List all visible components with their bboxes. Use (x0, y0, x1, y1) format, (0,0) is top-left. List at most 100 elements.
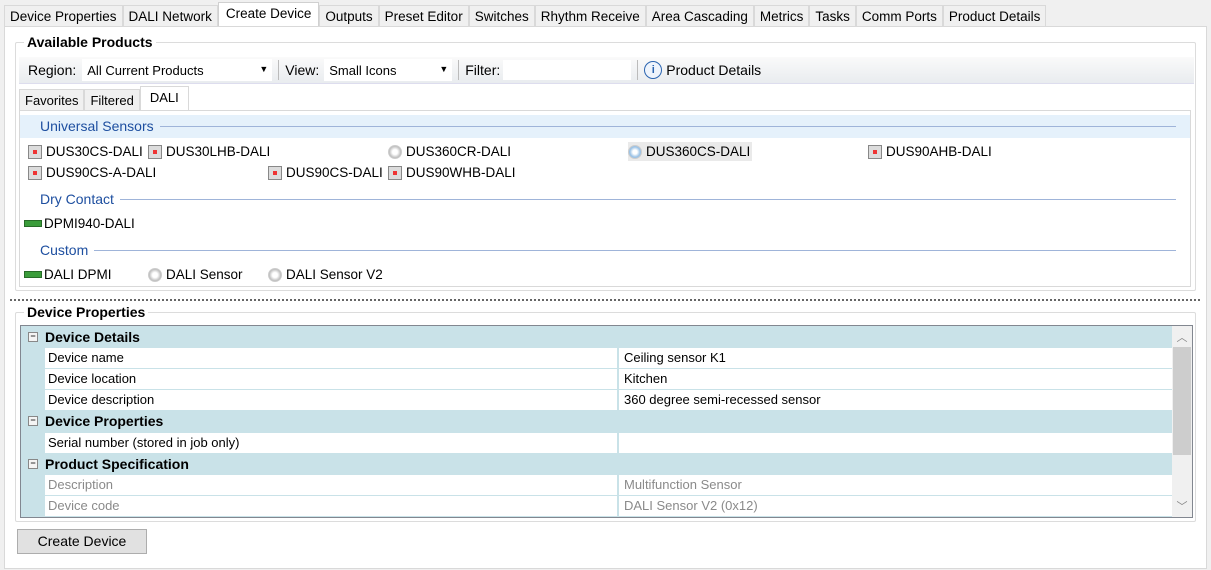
main-tabs: Device Properties DALI Network Create Devi… (4, 2, 1047, 27)
products-toolbar: Region: All Current Products ▼ View: Smal… (19, 57, 1194, 84)
property-value[interactable]: Ceiling sensor K1 (619, 347, 1172, 368)
property-name: Device name (45, 347, 618, 368)
wall-sensor-icon (388, 165, 402, 180)
filter-label: Filter: (465, 62, 501, 78)
tab-metrics[interactable]: Metrics (753, 5, 810, 27)
product-tabs: Favorites Filtered DALI (19, 86, 189, 111)
product-label: DALI Sensor (166, 267, 243, 282)
vertical-scrollbar[interactable]: ︿ ﹀ (1172, 326, 1192, 517)
product-label: DUS90AHB-DALI (886, 144, 992, 159)
property-value[interactable] (619, 432, 1172, 453)
collapse-toggle[interactable]: − (21, 411, 45, 432)
scrollbar-thumb[interactable] (1173, 347, 1191, 455)
splitter[interactable] (10, 299, 1200, 301)
view-value: Small Icons (329, 62, 397, 78)
divider (94, 249, 1176, 251)
category-label: Dry Contact (40, 191, 114, 207)
separator (637, 60, 639, 80)
category-row: − Device Properties (21, 411, 1172, 432)
category-label: Device Properties (45, 413, 164, 430)
tab-favorites[interactable]: Favorites (19, 89, 85, 111)
tab-device-properties[interactable]: Device Properties (4, 5, 123, 27)
tab-dali[interactable]: DALI (139, 86, 189, 111)
category-label: Universal Sensors (40, 118, 154, 134)
filter-input[interactable] (503, 60, 632, 80)
chevron-down-icon: ▼ (439, 64, 449, 74)
property-name: Device code (45, 496, 618, 517)
product-label: DUS360CR-DALI (406, 144, 512, 159)
category-label: Product Specification (45, 455, 189, 472)
region-dropdown[interactable]: All Current Products ▼ (82, 59, 273, 81)
property-row[interactable]: Device location Kitchen (21, 368, 1172, 389)
tab-preset-editor[interactable]: Preset Editor (378, 5, 469, 27)
ceiling-sensor-icon (268, 267, 282, 282)
property-row[interactable]: Serial number (stored in job only) (21, 432, 1172, 453)
collapse-icon[interactable]: − (28, 331, 38, 342)
view-dropdown[interactable]: Small Icons ▼ (324, 59, 453, 81)
scroll-up-icon[interactable]: ︿ (1172, 329, 1192, 345)
property-row[interactable]: Description Multifunction Sensor (21, 474, 1172, 495)
product-label: DUS30LHB-DALI (166, 144, 271, 159)
product-details-button[interactable]: i Product Details (644, 61, 761, 79)
ceiling-sensor-icon (628, 144, 642, 159)
tab-create-device[interactable]: Create Device (217, 2, 320, 27)
product-item[interactable]: DUS90CS-DALI (268, 163, 385, 182)
property-name: Device location (45, 368, 618, 389)
wall-sensor-icon (268, 165, 282, 180)
property-value[interactable]: Kitchen (619, 368, 1172, 389)
category-header: Custom (40, 240, 1176, 260)
property-grid: Device code DALI Sensor V2 (0x12) Descript… (20, 325, 1193, 518)
property-row[interactable]: Device description 360 degree semi-recess… (21, 390, 1172, 411)
product-item[interactable]: DALI DPMI (24, 265, 114, 284)
tab-filtered[interactable]: Filtered (84, 89, 140, 111)
tab-switches[interactable]: Switches (468, 5, 535, 27)
category-label: Custom (40, 242, 89, 258)
separator (278, 60, 280, 80)
create-device-button[interactable]: Create Device (17, 529, 147, 554)
ceiling-sensor-icon (388, 144, 402, 159)
product-item[interactable]: DUS30CS-DALI (28, 142, 145, 161)
category-row: − Product Specification (21, 453, 1172, 474)
product-list: Universal Sensors DUS30CS-DALI DUS30LHB-DA… (19, 110, 1191, 287)
divider (159, 125, 1176, 127)
product-item[interactable]: DPMI940-DALI (24, 214, 137, 233)
tab-rhythm-receive[interactable]: Rhythm Receive (534, 5, 646, 27)
product-label: DALI DPMI (44, 267, 112, 282)
product-item[interactable]: DUS360CR-DALI (388, 142, 513, 161)
product-item[interactable]: DALI Sensor (148, 265, 245, 284)
collapse-icon[interactable]: − (28, 416, 38, 427)
divider (119, 198, 1176, 200)
product-item[interactable]: DUS90CS-A-DALI (28, 163, 158, 182)
property-value: Multifunction Sensor (619, 474, 1172, 495)
product-item[interactable]: DUS360CS-DALI (628, 142, 753, 161)
category-header: Universal Sensors (40, 116, 1176, 136)
product-item[interactable]: DUS30LHB-DALI (148, 142, 272, 161)
product-label: DUS90CS-DALI (286, 165, 383, 180)
collapse-toggle[interactable]: − (21, 326, 45, 347)
tab-dali-network[interactable]: DALI Network (122, 5, 218, 27)
property-value[interactable]: 360 degree semi-recessed sensor (619, 390, 1172, 411)
product-label: DUS90CS-A-DALI (46, 165, 157, 180)
scroll-down-icon[interactable]: ﹀ (1172, 498, 1192, 514)
tab-outputs[interactable]: Outputs (319, 5, 379, 27)
wall-sensor-icon (868, 144, 882, 159)
tab-comm-ports[interactable]: Comm Ports (855, 5, 943, 27)
tab-product-details[interactable]: Product Details (942, 5, 1047, 27)
product-item[interactable]: DUS90AHB-DALI (868, 142, 994, 161)
product-label: DUS30CS-DALI (46, 144, 143, 159)
property-name: Device description (45, 390, 618, 411)
collapse-toggle[interactable]: − (21, 453, 45, 474)
tab-tasks[interactable]: Tasks (809, 5, 856, 27)
collapse-icon[interactable]: − (28, 458, 38, 469)
product-item[interactable]: DALI Sensor V2 (268, 265, 385, 284)
ceiling-sensor-icon (148, 267, 162, 282)
product-label: DPMI940-DALI (44, 216, 135, 231)
product-label: DUS360CS-DALI (646, 144, 751, 159)
dry-contact-icon (24, 271, 42, 278)
region-value: All Current Products (87, 62, 204, 78)
property-row[interactable]: Device code DALI Sensor V2 (0x12) (21, 496, 1172, 517)
category-header: Dry Contact (40, 189, 1176, 209)
product-item[interactable]: DUS90WHB-DALI (388, 163, 518, 182)
tab-area-cascading[interactable]: Area Cascading (645, 5, 754, 27)
property-row[interactable]: Device name Ceiling sensor K1 (21, 347, 1172, 368)
